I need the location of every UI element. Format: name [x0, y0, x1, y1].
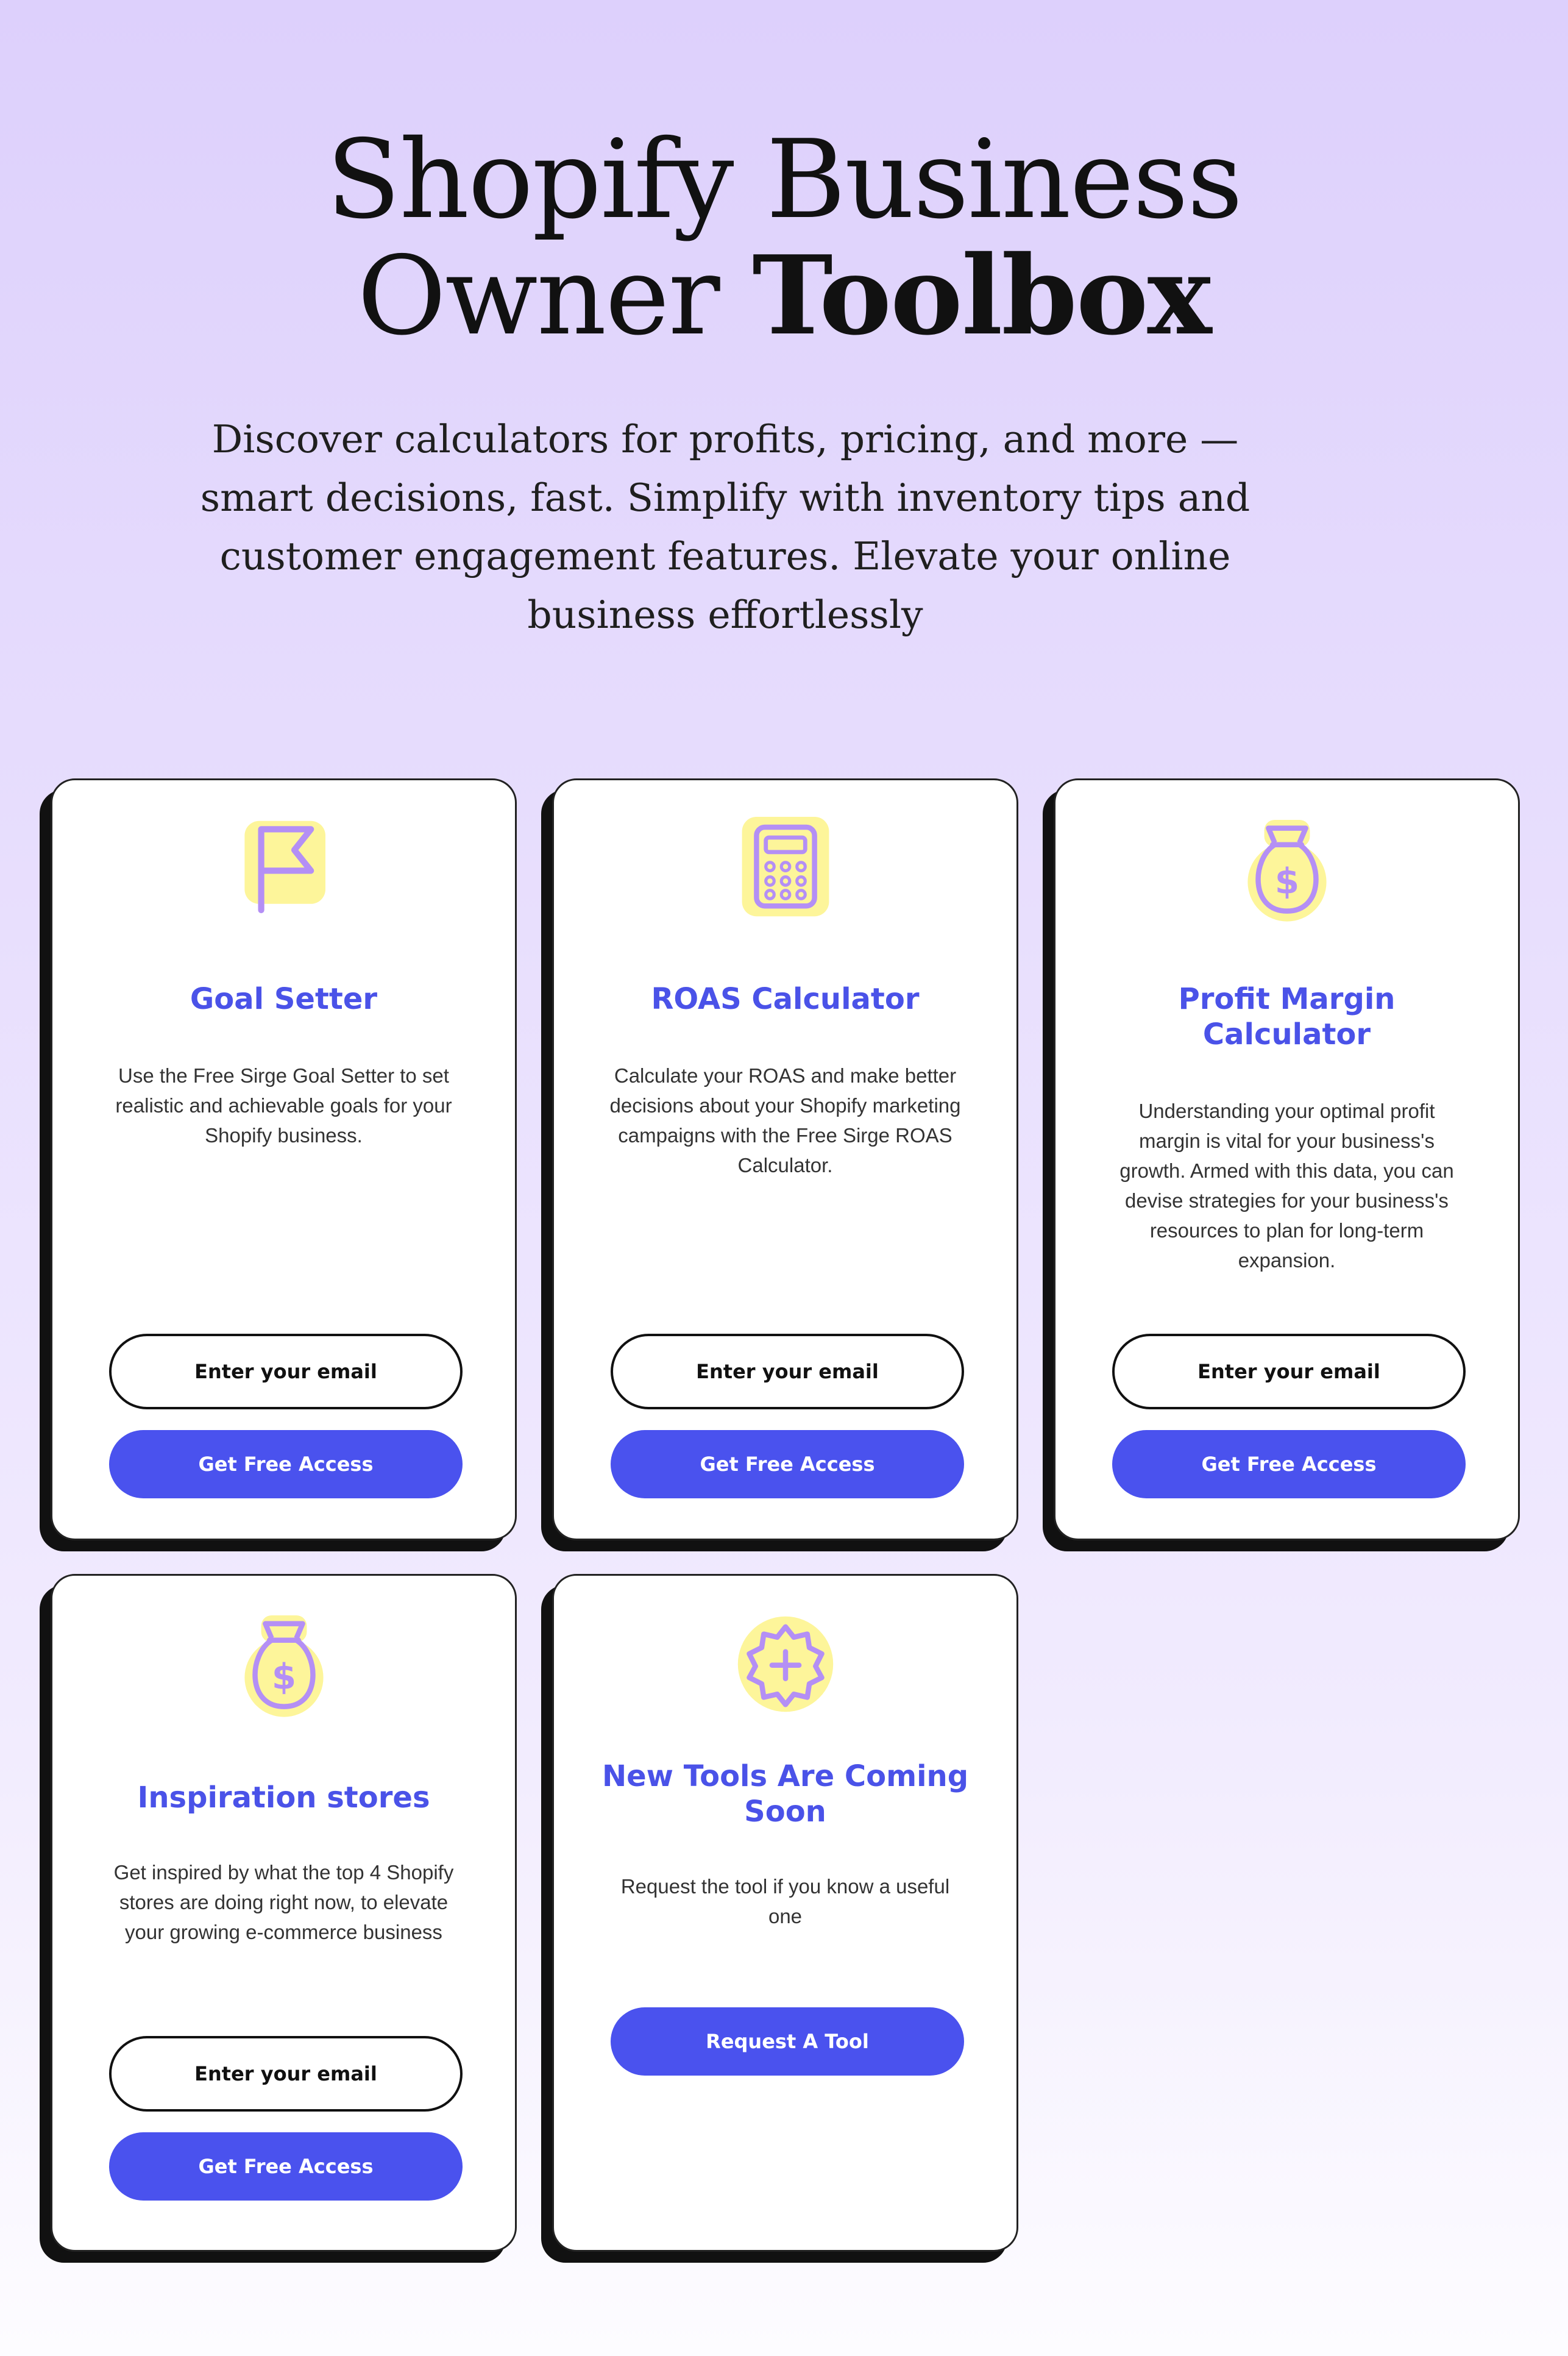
get-free-access-button[interactable]: Get Free Access [1112, 1430, 1466, 1498]
card-description: Request the tool if you know a useful on… [620, 1875, 950, 1927]
request-a-tool-button[interactable]: Request A Tool [611, 2007, 964, 2076]
title-toolbox: Toolbox [752, 232, 1211, 359]
email-input[interactable] [1112, 1334, 1466, 1409]
money-bag-icon: $ [232, 1615, 336, 1719]
title-line-1: Shopify Business [326, 116, 1243, 243]
money-bag-icon: $ [1235, 820, 1339, 924]
email-input[interactable] [611, 1334, 964, 1409]
tool-card-profit-margin-calculator: $ Profit Margin Calculator Understanding… [1054, 778, 1520, 1540]
tool-card-new-tools: New Tools Are Coming Soon Request the to… [552, 1574, 1018, 2252]
card-title: Inspiration stores [137, 1781, 430, 1815]
card-title: Goal Setter [190, 982, 378, 1016]
tool-card-inspiration-stores: $ Inspiration stores Get inspired by wha… [51, 1574, 517, 2252]
get-free-access-button[interactable]: Get Free Access [611, 1430, 964, 1498]
card-title: ROAS Calculator [651, 982, 920, 1016]
page-subtitle: Discover calculators for profits, pricin… [200, 417, 1250, 637]
get-free-access-button[interactable]: Get Free Access [109, 2132, 463, 2201]
get-free-access-button[interactable]: Get Free Access [109, 1430, 463, 1498]
card-title: New Tools Are Coming Soon [601, 1759, 969, 1829]
card-description: Use the Free Sirge Goal Setter to set re… [115, 1064, 452, 1147]
card-title: Profit Margin Calculator [1178, 982, 1396, 1052]
title-owner: Owner [357, 233, 720, 359]
plus-badge-icon [734, 1612, 837, 1716]
page-title: Shopify Business Owner Toolbox [0, 122, 1568, 354]
email-input[interactable] [109, 2036, 463, 2112]
title-line-2: Owner Toolbox [0, 238, 1568, 354]
tool-card-roas-calculator: ROAS Calculator Calculate your ROAS and … [552, 778, 1018, 1540]
card-description: Get inspired by what the top 4 Shopify s… [113, 1861, 454, 1943]
flag-icon [232, 817, 336, 920]
calculator-icon [734, 817, 837, 920]
tool-card-goal-setter: Goal Setter Use the Free Sirge Goal Sett… [51, 778, 517, 1540]
email-input[interactable] [109, 1334, 463, 1409]
card-description: Understanding your optimal profit margin… [1119, 1100, 1454, 1272]
svg-text:$: $ [1274, 861, 1299, 902]
svg-text:$: $ [271, 1656, 296, 1698]
card-description: Calculate your ROAS and make better deci… [609, 1064, 961, 1176]
